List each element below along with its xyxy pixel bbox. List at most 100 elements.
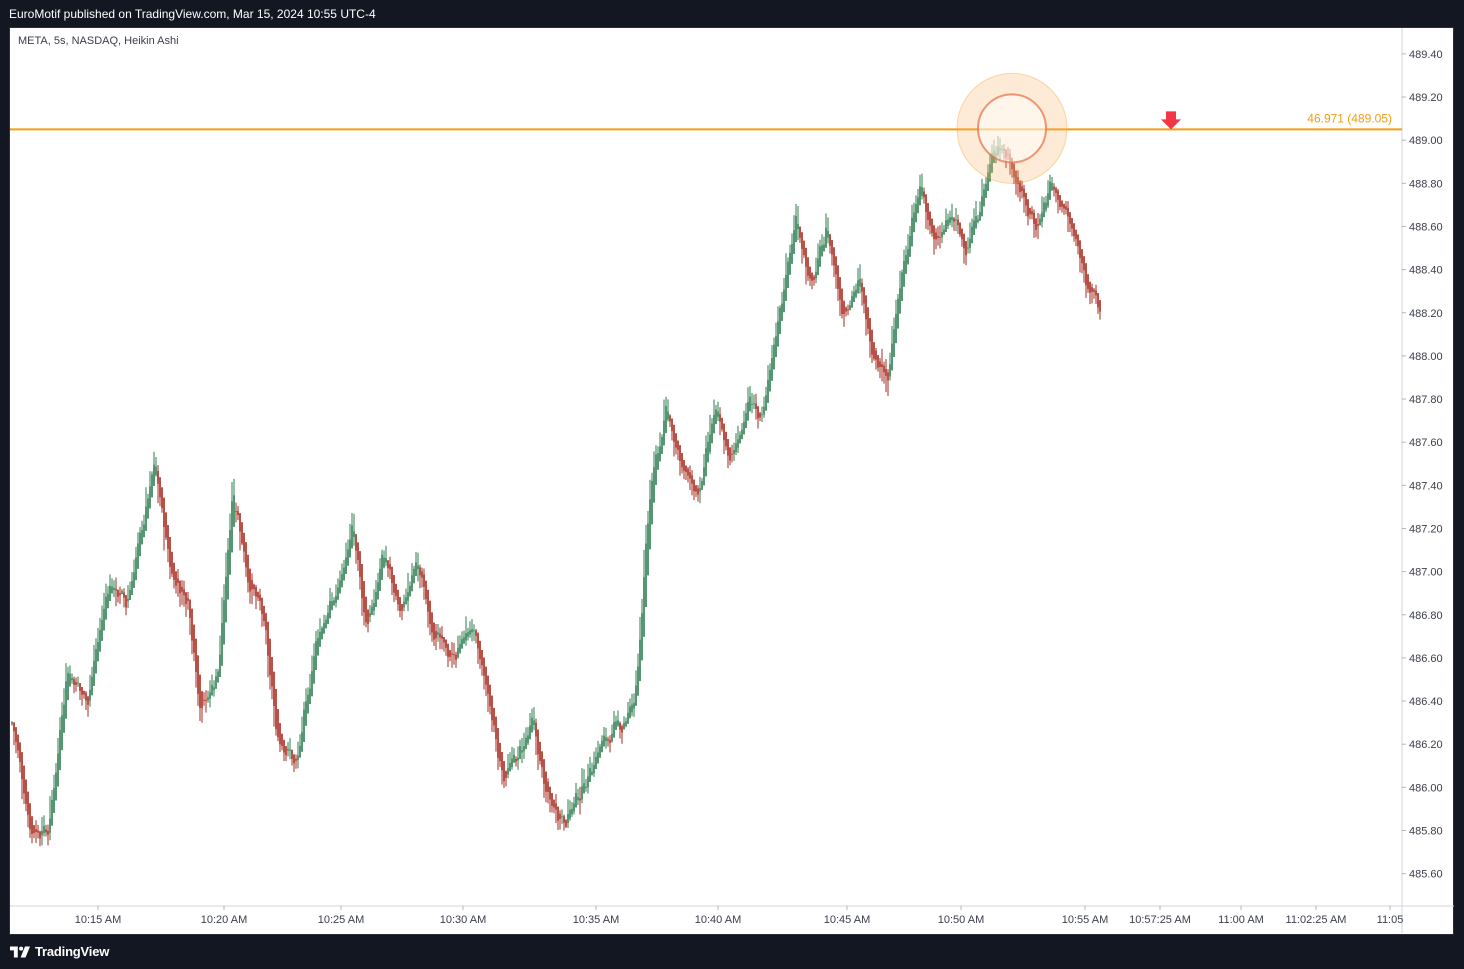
candle-body (731, 453, 733, 455)
candle-body (177, 578, 179, 584)
candle-body (35, 829, 37, 832)
y-tick-label: 486.80 (1409, 610, 1443, 622)
candle-body (693, 479, 695, 492)
candle-body (865, 295, 867, 320)
candle-body (135, 557, 137, 581)
candle-body (743, 421, 745, 435)
candle-body (627, 712, 629, 724)
candle-body (827, 230, 829, 238)
down-arrow-icon[interactable] (1161, 111, 1181, 130)
candle-body (487, 675, 489, 694)
candle-body (143, 524, 145, 538)
candle-body (849, 305, 851, 311)
candle-body (845, 307, 847, 312)
candle-body (551, 793, 553, 806)
candle-body (469, 630, 471, 635)
candle-body (741, 429, 743, 440)
candle-body (233, 495, 235, 527)
candle-body (859, 278, 861, 287)
candle-body (907, 249, 909, 265)
candle-body (19, 742, 21, 762)
candle-body (847, 309, 849, 311)
candle-body (369, 613, 371, 617)
candle-body (509, 762, 511, 772)
candle-body (711, 423, 713, 444)
candle-body (645, 543, 647, 608)
y-tick-label: 485.60 (1409, 869, 1443, 881)
candle-body (939, 236, 941, 238)
candle-body (15, 727, 17, 742)
candle-body (347, 549, 349, 566)
candle-body (961, 228, 963, 240)
candle-body (157, 470, 159, 484)
candle-body (463, 637, 465, 644)
candle-body (31, 816, 33, 835)
candle-body (1045, 202, 1047, 210)
candle-body (829, 234, 831, 246)
candle-body (657, 453, 659, 470)
candle-body (701, 480, 703, 490)
candle-body (979, 211, 981, 221)
candle-body (1085, 263, 1087, 286)
candle-body (1095, 290, 1097, 296)
candle-body (371, 606, 373, 615)
candle-body (637, 666, 639, 696)
candle-body (171, 551, 173, 574)
candle-body (273, 671, 275, 707)
candle-body (615, 721, 617, 730)
candle-body (651, 480, 653, 525)
x-tick-label: 10:40 AM (695, 914, 741, 926)
candle-body (1097, 293, 1099, 308)
candle-body (889, 364, 891, 377)
candle-body (239, 513, 241, 532)
candle-body (405, 597, 407, 605)
brand-logo[interactable]: TradingView (10, 944, 109, 959)
candle-body (951, 216, 953, 221)
candle-body (633, 702, 635, 709)
candle-body (881, 364, 883, 368)
candle-body (395, 583, 397, 596)
candle-body (455, 654, 457, 660)
y-tick-label: 487.00 (1409, 567, 1443, 579)
candle-body (933, 225, 935, 240)
candle-body (153, 464, 155, 486)
candle-body (571, 808, 573, 815)
candle-body (563, 816, 565, 823)
candle-body (767, 380, 769, 403)
candle-body (505, 771, 507, 778)
candle-body (265, 613, 267, 631)
candle-body (207, 697, 209, 701)
candle-body (445, 639, 447, 648)
candle-body (37, 830, 39, 833)
candle-body (93, 660, 95, 686)
candle-body (193, 624, 195, 653)
candle-body (187, 598, 189, 601)
candle-body (547, 781, 549, 792)
candle-body (1051, 182, 1053, 191)
candle-body (223, 600, 225, 645)
y-tick-label: 486.00 (1409, 782, 1443, 794)
candle-body (1031, 211, 1033, 215)
candle-body (73, 679, 75, 685)
candle-body (461, 639, 463, 649)
candle-body (721, 417, 723, 430)
candle-body (517, 757, 519, 761)
candle-body (1033, 212, 1035, 224)
candle-body (759, 412, 761, 418)
y-tick-label: 487.20 (1409, 523, 1443, 535)
candle-body (269, 638, 271, 676)
candle-body (985, 183, 987, 198)
candle-body (305, 701, 307, 726)
candlestick-chart[interactable]: 489.40 489.20 489.00 488.80 488.60 488.40 488.… (0, 0, 1464, 969)
candle-body (923, 191, 925, 198)
candle-body (685, 465, 687, 473)
candle-body (915, 204, 917, 223)
candle-body (237, 511, 239, 516)
candle-body (185, 592, 187, 605)
candle-body (619, 722, 621, 730)
candle-body (875, 350, 877, 360)
x-tick-label: 10:35 AM (573, 914, 619, 926)
candle-body (945, 220, 947, 233)
candle-body (1083, 256, 1085, 271)
candle-body (399, 597, 401, 611)
